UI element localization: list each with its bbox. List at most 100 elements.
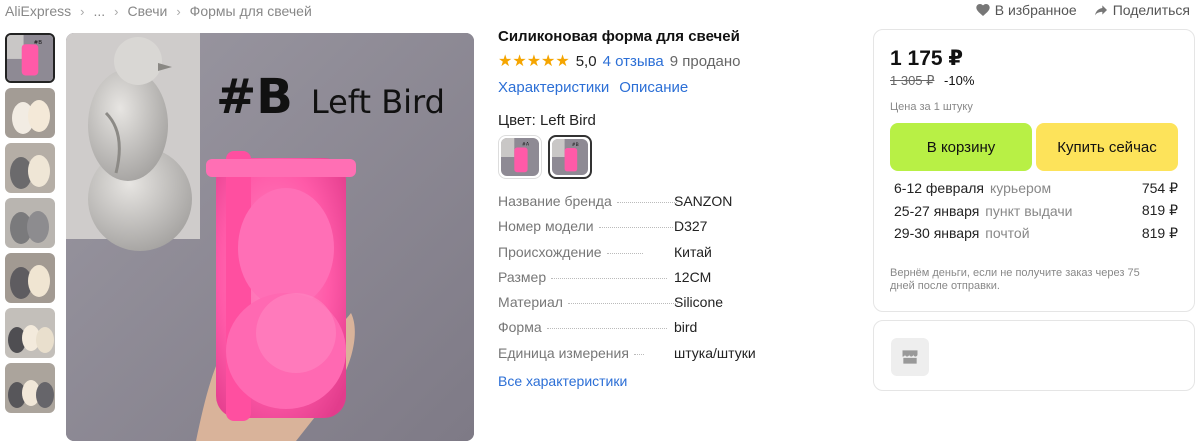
breadcrumb-item-candle-molds[interactable]: Формы для свечей bbox=[190, 3, 312, 19]
thumbnail-3[interactable] bbox=[5, 143, 55, 193]
thumbnail-image bbox=[5, 143, 55, 193]
swatch-image: #A bbox=[501, 138, 539, 176]
delivery-cost: 819 ₽ bbox=[1141, 224, 1178, 241]
delivery-option[interactable]: 6-12 февраля курьером 754 ₽ bbox=[890, 177, 1178, 200]
tab-description[interactable]: Описание bbox=[619, 79, 688, 96]
breadcrumb-item-aliexpress[interactable]: AliExpress bbox=[5, 3, 71, 19]
delivery-cost: 819 ₽ bbox=[1141, 202, 1178, 219]
breadcrumb-item-candles[interactable]: Свечи bbox=[128, 3, 168, 19]
favorite-button[interactable]: В избранное bbox=[975, 2, 1077, 18]
thumbnail-4[interactable] bbox=[5, 198, 55, 248]
spec-key: Размер bbox=[498, 268, 547, 285]
spec-row: Материал Silicone bbox=[498, 294, 828, 319]
spec-list: Название бренда SANZON Номер модели D327 Про… bbox=[498, 193, 828, 370]
spec-row: Происхождение Китай bbox=[498, 244, 828, 269]
spec-row: Форма bird bbox=[498, 319, 828, 344]
all-specs-link[interactable]: Все характеристики bbox=[498, 373, 828, 389]
breadcrumb-separator-icon: › bbox=[176, 3, 181, 19]
spec-leader-dots bbox=[606, 252, 643, 254]
thumbnail-7[interactable] bbox=[5, 363, 55, 413]
thumbnail-1[interactable]: #B bbox=[5, 33, 55, 83]
spec-key: Номер модели bbox=[498, 218, 594, 235]
thumbnail-image bbox=[5, 88, 55, 138]
favorite-label: В избранное bbox=[994, 2, 1077, 18]
color-swatch-1[interactable]: #A bbox=[498, 135, 542, 179]
svg-text:#B: #B bbox=[572, 142, 579, 148]
purchase-buttons: В корзину Купить сейчас bbox=[890, 123, 1178, 171]
info-tabs: Характеристики Описание bbox=[498, 79, 828, 96]
main-product-image[interactable]: #B Left Bird bbox=[66, 33, 474, 441]
spec-value: bird bbox=[674, 319, 698, 336]
thumbnail-image bbox=[5, 308, 55, 358]
delivery-options: 6-12 февраля курьером 754 ₽ 25-27 января пун… bbox=[890, 177, 1178, 245]
thumbnail-image bbox=[5, 198, 55, 248]
spec-key: Форма bbox=[498, 319, 542, 336]
spec-value: 12CM bbox=[674, 268, 712, 285]
delivery-cost: 754 ₽ bbox=[1141, 179, 1178, 196]
sold-count: 9 продано bbox=[669, 52, 741, 70]
spec-row: Номер модели D327 bbox=[498, 218, 828, 243]
thumbnail-image bbox=[5, 253, 55, 303]
rating-value: 5,0 bbox=[575, 52, 597, 70]
tab-characteristics[interactable]: Характеристики bbox=[498, 79, 609, 96]
color-label: Цвет: Left Bird bbox=[498, 112, 596, 129]
thumbnail-2[interactable] bbox=[5, 88, 55, 138]
thumbnail-5[interactable] bbox=[5, 253, 55, 303]
spec-key: Материал bbox=[498, 294, 563, 311]
delivery-method: курьером bbox=[989, 180, 1052, 197]
spec-leader-dots bbox=[633, 353, 644, 355]
spec-value: Silicone bbox=[674, 294, 724, 311]
old-price-row: 1 305 ₽ -10% bbox=[890, 73, 1178, 89]
buy-now-button[interactable]: Купить сейчас bbox=[1036, 123, 1178, 171]
price-per-unit: Цена за 1 штуку bbox=[890, 101, 973, 113]
spec-value: штука/штуки bbox=[674, 344, 756, 361]
spec-leader-dots bbox=[616, 202, 677, 203]
heart-icon bbox=[976, 4, 990, 16]
spec-leader-dots bbox=[567, 303, 678, 305]
star-rating-icon: ★★★★★ bbox=[498, 53, 570, 70]
buy-box: 1 175 ₽ 1 305 ₽ -10% Цена за 1 штуку В к… bbox=[873, 29, 1195, 312]
swatch-image: #B bbox=[552, 139, 588, 175]
discount-badge: -10% bbox=[944, 73, 975, 88]
thumbnail-6[interactable] bbox=[5, 308, 55, 358]
delivery-method: пункт выдачи bbox=[985, 202, 1073, 219]
color-swatches: #A #B bbox=[498, 135, 828, 179]
delivery-option[interactable]: 25-27 января пункт выдачи 819 ₽ bbox=[890, 200, 1178, 223]
color-swatch-2[interactable]: #B bbox=[548, 135, 592, 179]
image-overlay-text: #B Left Bird bbox=[216, 69, 445, 125]
seller-card[interactable] bbox=[873, 320, 1195, 391]
add-to-cart-button[interactable]: В корзину bbox=[890, 123, 1032, 171]
spec-leader-dots bbox=[546, 328, 667, 330]
spec-row: Размер 12CM bbox=[498, 269, 828, 294]
breadcrumb-item-ellipsis[interactable]: ... bbox=[93, 3, 105, 19]
rating-row: ★★★★★ 5,0 4 отзыва 9 продано bbox=[498, 51, 828, 71]
thumbnail-image: #B bbox=[7, 35, 53, 81]
svg-text:#B: #B bbox=[34, 40, 43, 46]
spec-key: Название бренда bbox=[498, 193, 612, 209]
spec-value: Китай bbox=[674, 243, 712, 260]
spec-leader-dots bbox=[551, 277, 668, 279]
spec-key: Происхождение bbox=[498, 243, 602, 260]
product-info: Силиконовая форма для свечей ★★★★★ 5,0 4… bbox=[498, 28, 828, 389]
image-label-name: Left Bird bbox=[310, 83, 445, 121]
spec-value: SANZON bbox=[674, 193, 733, 209]
breadcrumb: AliExpress › ... › Свечи › Формы для све… bbox=[5, 3, 312, 19]
store-icon bbox=[891, 338, 929, 376]
thumbnail-strip: #B bbox=[5, 33, 57, 418]
delivery-date: 29-30 января bbox=[894, 225, 980, 242]
share-label: Поделиться bbox=[1112, 2, 1190, 18]
spec-row: Единица измерения штука/штуки bbox=[498, 345, 828, 370]
current-price: 1 175 ₽ bbox=[890, 47, 963, 70]
top-actions: В избранное Поделиться bbox=[975, 2, 1190, 18]
share-button[interactable]: Поделиться bbox=[1093, 2, 1190, 18]
reviews-link[interactable]: 4 отзыва bbox=[603, 53, 664, 70]
thumbnail-image bbox=[5, 363, 55, 413]
delivery-date: 25-27 января bbox=[894, 202, 980, 219]
breadcrumb-separator-icon: › bbox=[80, 3, 85, 19]
delivery-date: 6-12 февраля bbox=[894, 180, 984, 197]
refund-note: Вернём деньги, если не получите заказ че… bbox=[890, 266, 1140, 292]
spec-leader-dots bbox=[598, 227, 673, 229]
svg-text:#A: #A bbox=[522, 142, 530, 148]
spec-row: Название бренда SANZON bbox=[498, 193, 828, 218]
delivery-option[interactable]: 29-30 января почтой 819 ₽ bbox=[890, 222, 1178, 245]
